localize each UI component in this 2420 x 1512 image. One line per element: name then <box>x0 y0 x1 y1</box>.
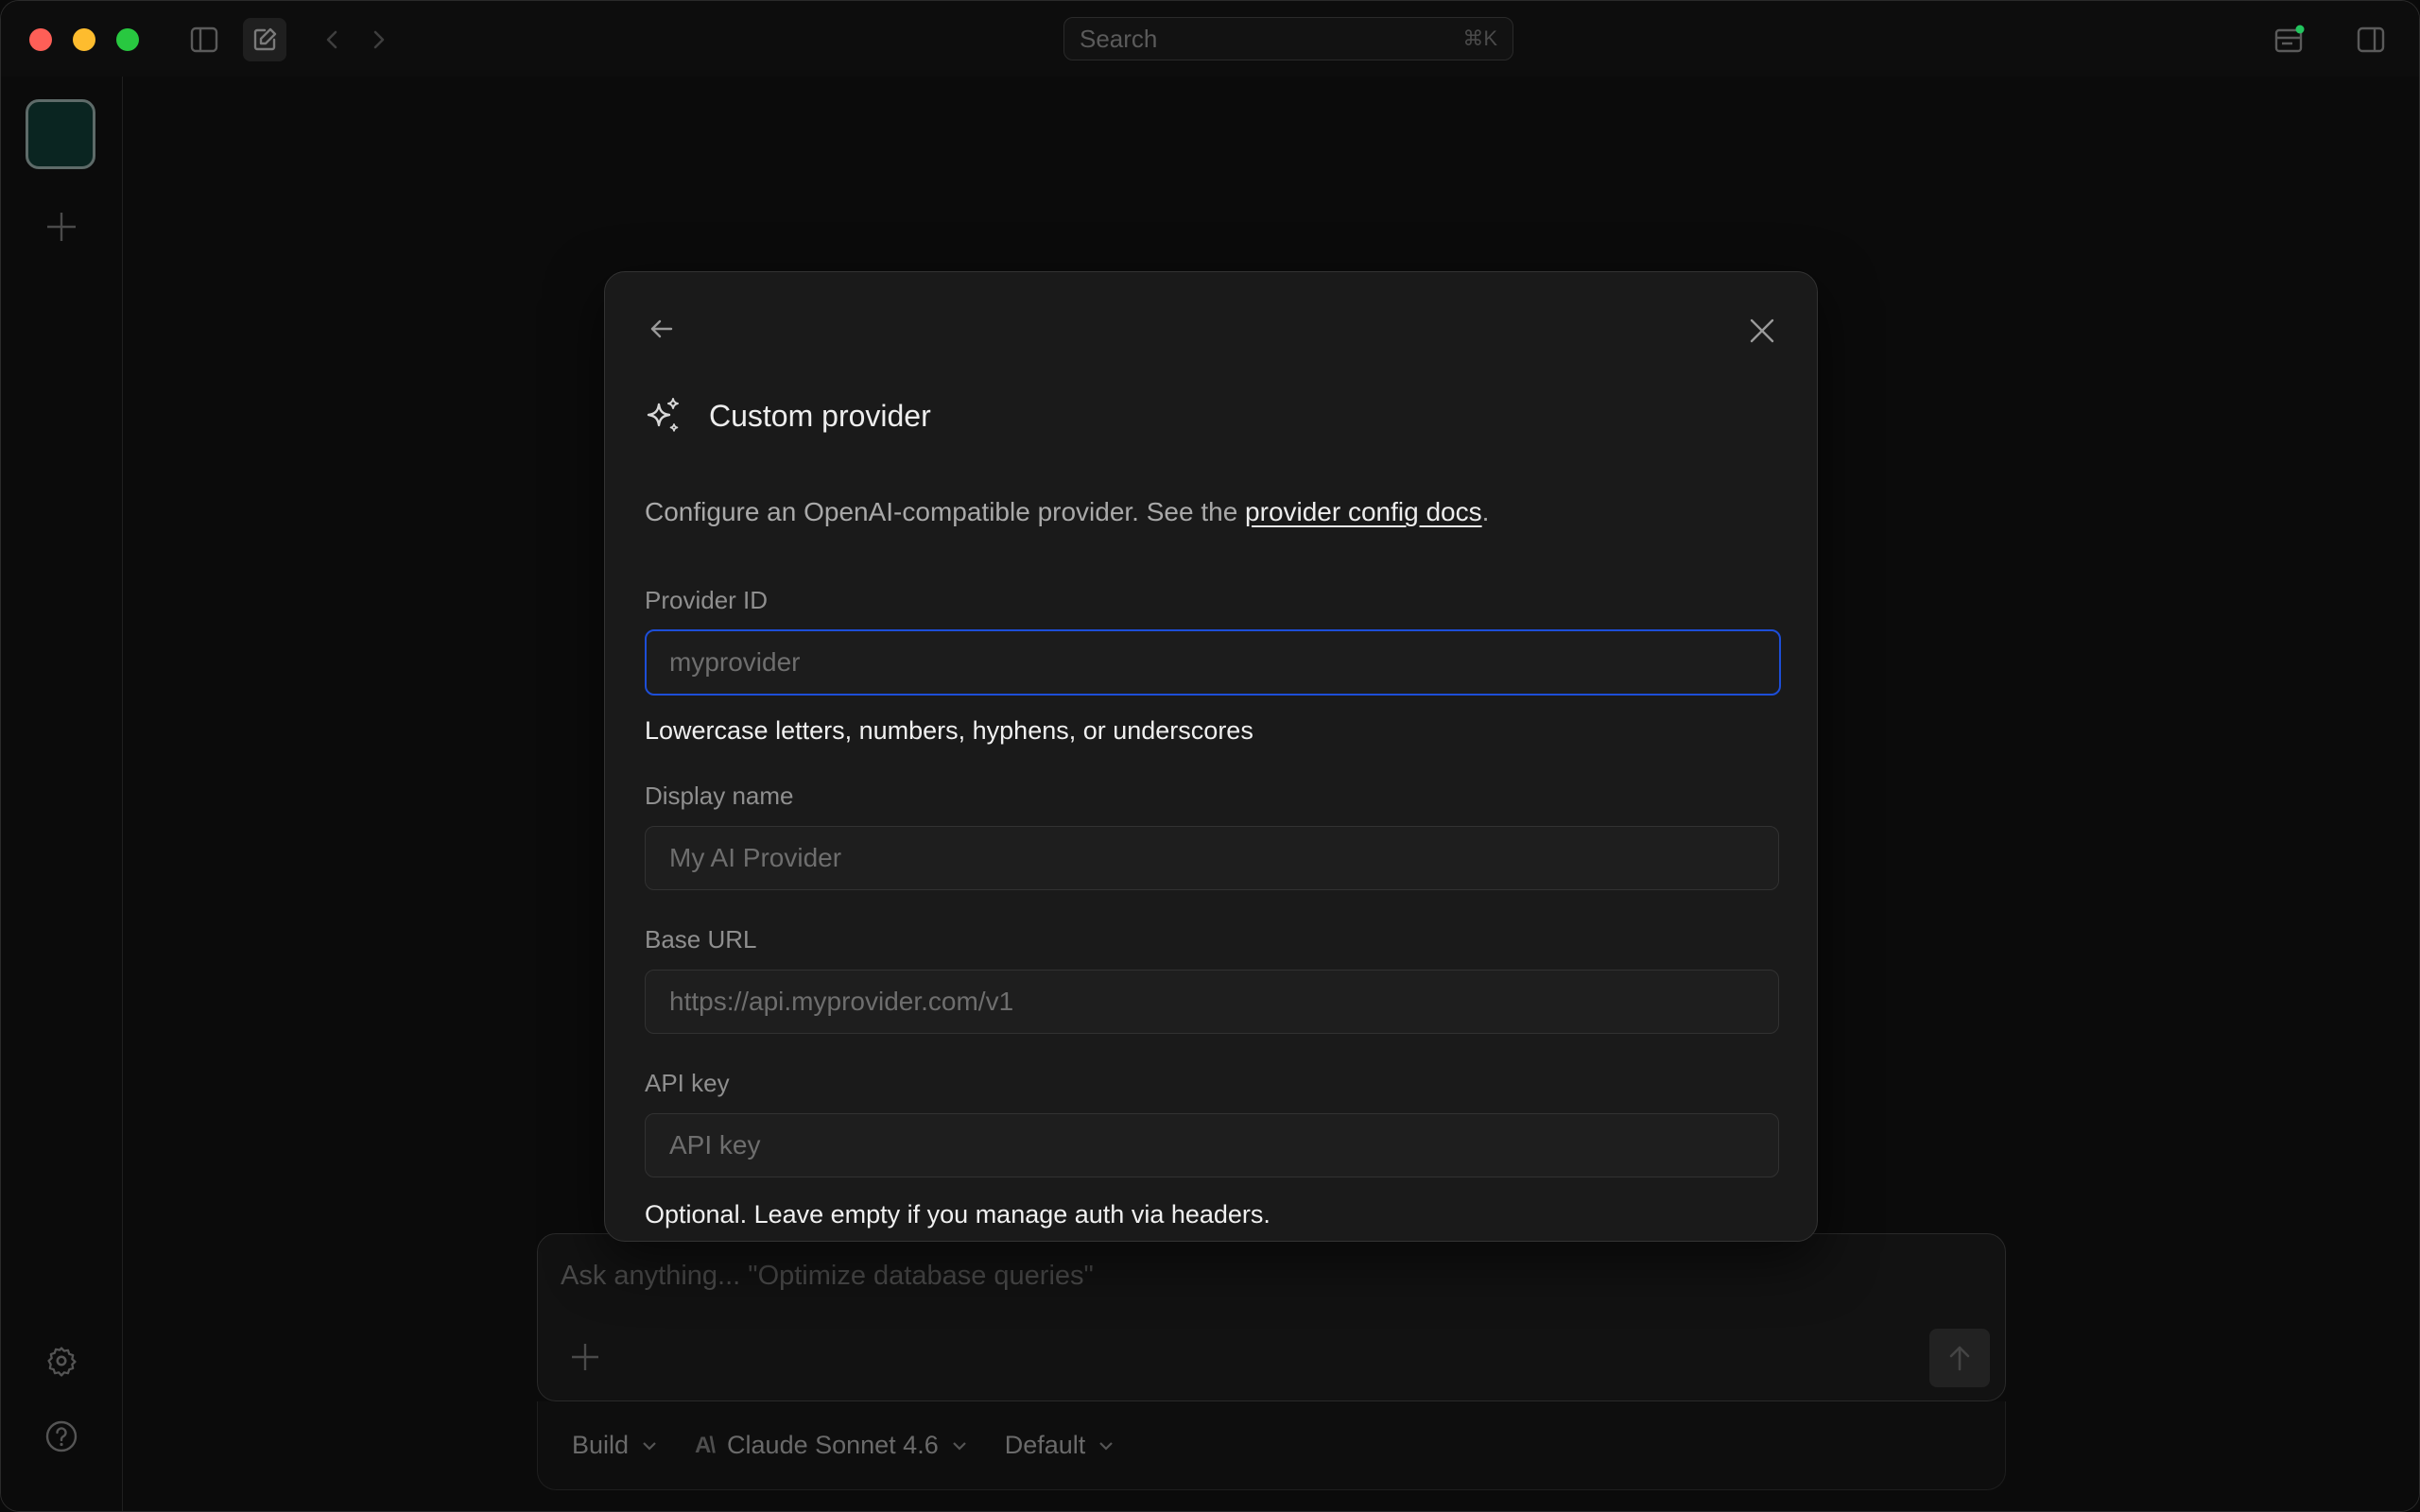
chevron-down-icon <box>643 1441 656 1451</box>
activity-button[interactable] <box>2268 18 2311 61</box>
title-bar: Search ⌘K <box>1 1 2419 77</box>
display-name-input[interactable] <box>645 826 1779 890</box>
provider-id-label: Provider ID <box>645 586 769 614</box>
preset-dropdown[interactable]: Default <box>1005 1431 1115 1460</box>
attach-button[interactable] <box>568 1340 602 1374</box>
sparkles-icon <box>647 398 679 432</box>
right-panel-toggle-button[interactable] <box>2349 18 2393 61</box>
api-key-input[interactable] <box>645 1113 1779 1177</box>
new-chat-button[interactable] <box>243 18 286 61</box>
dialog-description: Configure an OpenAI-compatible provider.… <box>645 497 1489 527</box>
search-placeholder: Search <box>1080 24 1158 53</box>
provider-config-docs-link[interactable]: provider config docs <box>1245 497 1482 526</box>
add-workspace-button[interactable] <box>43 208 80 246</box>
settings-button[interactable] <box>43 1342 80 1380</box>
provider-id-input[interactable] <box>645 629 1781 696</box>
back-arrow-icon <box>650 319 673 338</box>
dialog-header: Custom provider <box>645 397 931 435</box>
help-button[interactable] <box>43 1418 80 1455</box>
description-text: Configure an OpenAI-compatible provider.… <box>645 497 1246 526</box>
plus-icon <box>572 1344 598 1370</box>
sidebar-toggle-button[interactable] <box>182 18 226 61</box>
chat-composer[interactable]: Ask anything... "Optimize database queri… <box>537 1233 2006 1401</box>
help-icon <box>45 1420 78 1452</box>
search-bar[interactable]: Search ⌘K <box>1063 17 1513 60</box>
chevron-down-icon <box>1099 1441 1114 1451</box>
sidebar-toggle-icon <box>190 26 218 53</box>
base-url-label: Base URL <box>645 925 757 954</box>
mode-label: Build <box>572 1431 630 1459</box>
activity-icon <box>2274 25 2305 53</box>
dialog-title: Custom provider <box>709 398 931 433</box>
back-arrow-icon <box>326 30 337 49</box>
close-dialog-button[interactable] <box>1745 314 1779 348</box>
anthropic-logo-icon: A\ <box>695 1432 716 1458</box>
right-panel-icon <box>2357 26 2385 53</box>
zoom-window-button[interactable] <box>116 28 139 51</box>
model-label: Claude Sonnet 4.6 <box>727 1431 939 1459</box>
arrow-up-icon <box>1949 1346 1970 1371</box>
minimize-window-button[interactable] <box>73 28 95 51</box>
workspace-rail <box>1 77 123 1511</box>
forward-button[interactable] <box>356 18 400 61</box>
back-button[interactable] <box>311 18 354 61</box>
api-key-label: API key <box>645 1069 730 1097</box>
chevron-down-icon <box>952 1441 966 1451</box>
api-key-help: Optional. Leave empty if you manage auth… <box>645 1200 1270 1228</box>
description-suffix: . <box>1481 497 1490 526</box>
search-shortcut: ⌘K <box>1462 26 1497 50</box>
plus-icon <box>47 213 76 241</box>
base-url-input[interactable] <box>645 970 1779 1034</box>
composer-options-bar: Build A\ Claude Sonnet 4.6 Default <box>537 1401 2006 1490</box>
preset-label: Default <box>1004 1431 1086 1459</box>
workspace-tile[interactable] <box>26 99 95 169</box>
close-icon <box>1750 318 1774 343</box>
custom-provider-dialog: Custom provider Configure an OpenAI-comp… <box>604 271 1818 1242</box>
new-chat-icon <box>253 27 277 51</box>
app-window: Search ⌘K Ask anything... "Optimize data… <box>0 0 2420 1512</box>
mode-dropdown[interactable]: Build <box>572 1431 657 1460</box>
forward-arrow-icon <box>373 30 385 49</box>
provider-id-help: Lowercase letters, numbers, hyphens, or … <box>645 716 1253 745</box>
send-button[interactable] <box>1929 1329 1990 1387</box>
settings-icon <box>47 1347 77 1377</box>
model-dropdown[interactable]: A\ Claude Sonnet 4.6 <box>695 1431 967 1460</box>
composer-placeholder: Ask anything... "Optimize database queri… <box>561 1261 1094 1291</box>
close-window-button[interactable] <box>29 28 52 51</box>
display-name-label: Display name <box>645 782 794 810</box>
back-button[interactable] <box>643 310 681 348</box>
